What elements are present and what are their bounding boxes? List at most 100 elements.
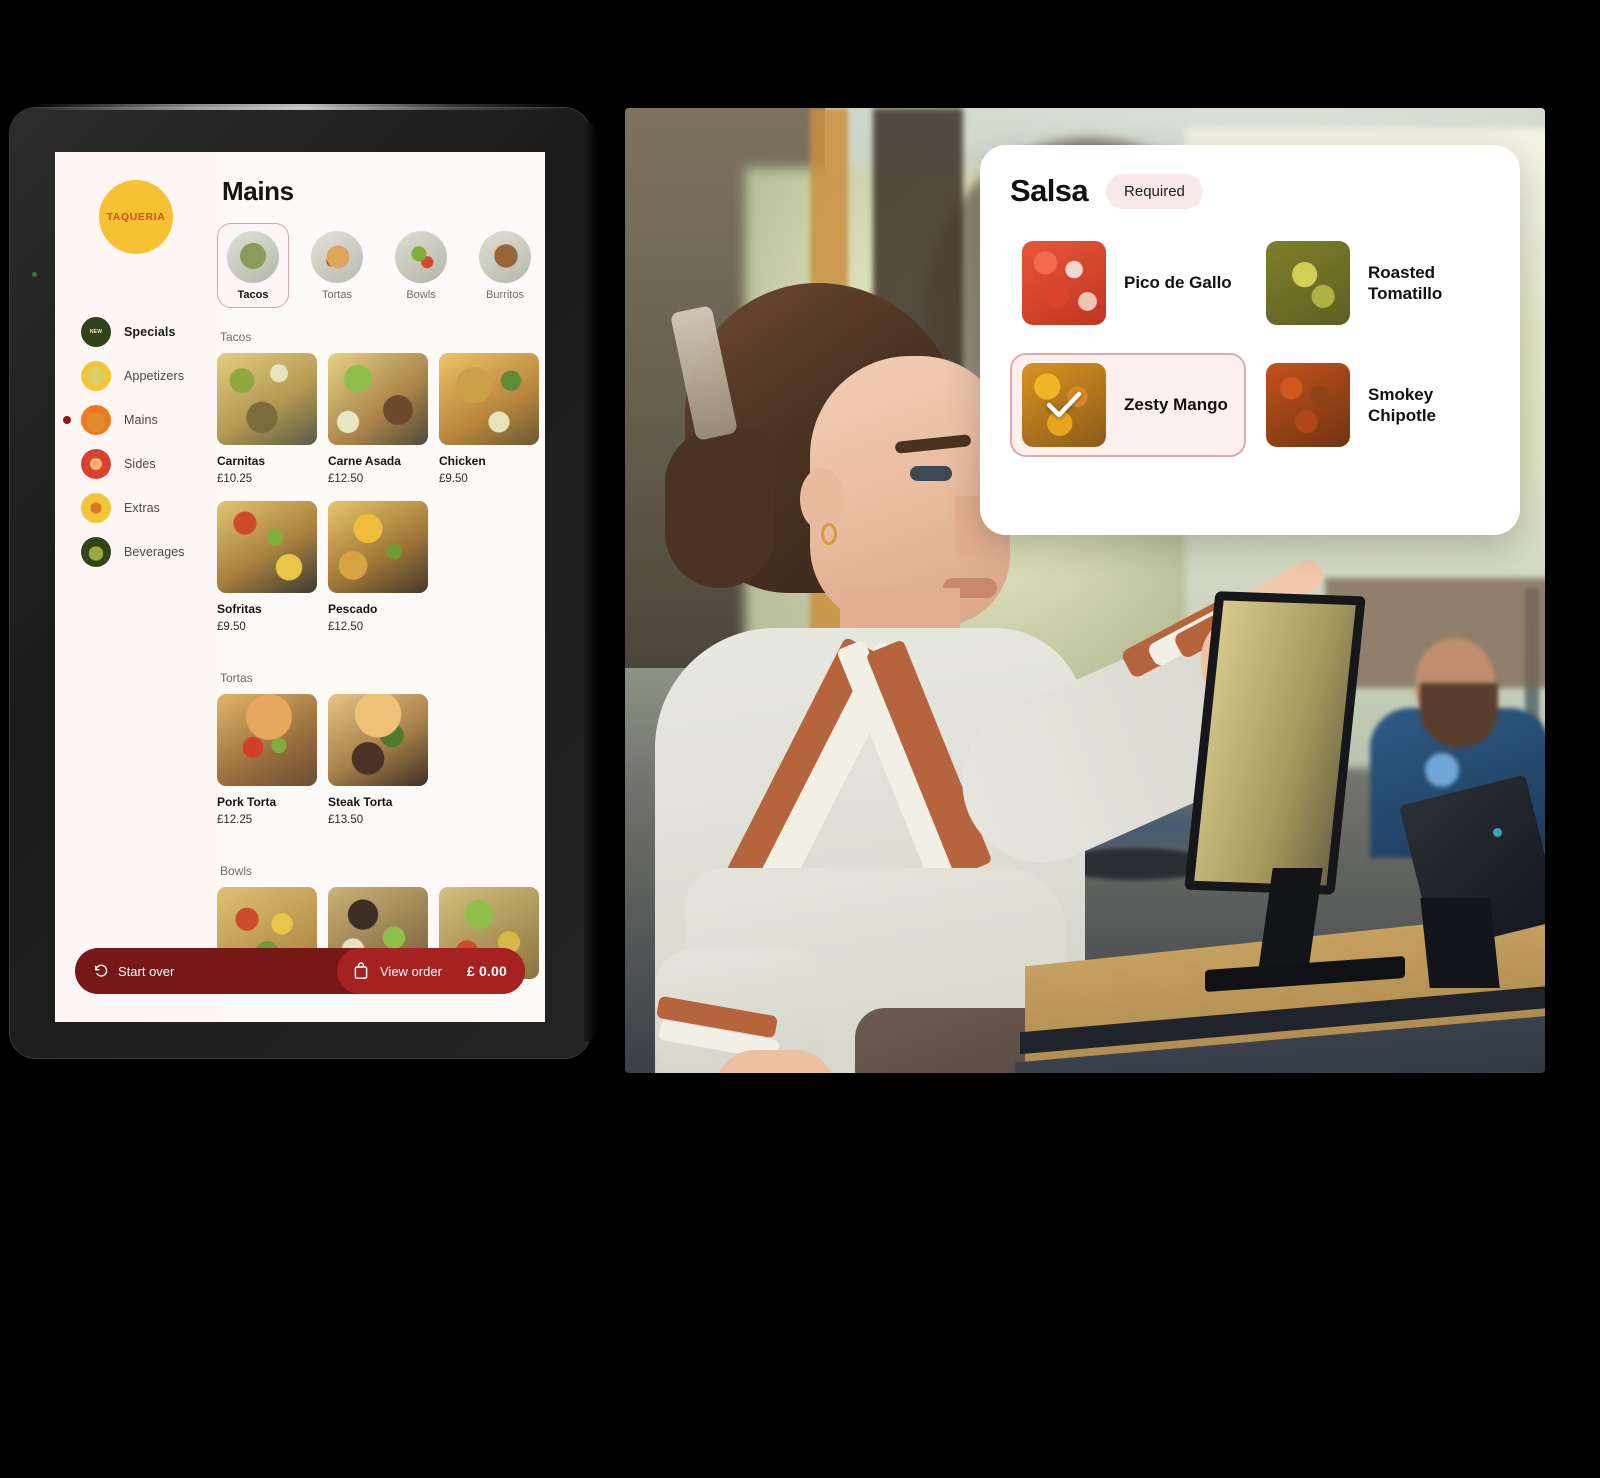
corn-icon	[81, 449, 111, 479]
taco-icon	[81, 405, 111, 435]
section-heading-tacos: Tacos	[220, 330, 252, 344]
sidebar-item-label: Sides	[124, 457, 156, 471]
start-over-button[interactable]: Start over	[75, 963, 174, 979]
pos-terminal-screen	[1184, 591, 1366, 895]
roasted-tomatillo-image	[1266, 241, 1350, 325]
smokey-chipotle-image	[1266, 363, 1350, 447]
tacos-thumbnail-icon	[227, 231, 279, 283]
sidebar-item-label: Mains	[124, 413, 158, 427]
card-reader-indicator	[1493, 828, 1502, 837]
sidebar-nav: NEW Specials Appetizers Mains Sides Extr…	[55, 310, 217, 574]
view-order-label: View order	[380, 963, 442, 979]
food-image	[328, 694, 428, 786]
item-price: £12.50	[328, 621, 364, 633]
item-price: £9.50	[439, 473, 468, 485]
option-label: Roasted Tomatillo	[1368, 262, 1443, 303]
sidebar-item-beverages[interactable]: Beverages	[67, 530, 217, 574]
taqueria-logo: TAQUERIA	[99, 180, 173, 254]
item-price: £13.50	[328, 814, 364, 826]
customer-eye	[910, 466, 952, 481]
sidebar-item-sides[interactable]: Sides	[67, 442, 217, 486]
section-heading-tortas: Tortas	[220, 671, 253, 685]
salsa-options-grid: Pico de Gallo Roasted Tomatillo Zesty Ma…	[1010, 231, 1490, 457]
food-image	[217, 694, 317, 786]
sidebar-item-specials[interactable]: NEW Specials	[67, 310, 217, 354]
bowls-thumbnail-icon	[395, 231, 447, 283]
item-price: £9.50	[217, 621, 246, 633]
item-name: Sofritas	[217, 602, 262, 616]
required-badge: Required	[1106, 173, 1203, 209]
item-name: Steak Torta	[328, 795, 393, 809]
tab-burritos[interactable]: Burritos	[469, 223, 541, 308]
sidebar: TAQUERIA NEW Specials Appetizers Mains S…	[55, 152, 217, 1022]
bottle-icon	[81, 537, 111, 567]
salsa-option-pico-de-gallo[interactable]: Pico de Gallo	[1010, 231, 1246, 335]
active-dot	[63, 416, 71, 424]
chili-icon	[81, 493, 111, 523]
tablet-device: TAQUERIA NEW Specials Appetizers Mains S…	[10, 104, 598, 1058]
selected-check-wrap	[1022, 363, 1106, 447]
card-reader-stand	[1420, 898, 1500, 988]
option-label: Zesty Mango	[1124, 395, 1228, 415]
sidebar-item-label: Specials	[124, 325, 176, 339]
burritos-thumbnail-icon	[479, 231, 531, 283]
option-label: Pico de Gallo	[1124, 273, 1232, 293]
item-name: Pescado	[328, 602, 378, 616]
menu-item-card[interactable]: Pescado £12.50	[328, 501, 428, 633]
sidebar-item-label: Beverages	[124, 545, 185, 559]
section-heading-bowls: Bowls	[220, 864, 253, 878]
panel-header: Salsa Required	[1010, 173, 1490, 209]
category-tab-strip: Tacos Tortas Bowls Burritos	[217, 223, 545, 308]
avocado-icon	[81, 361, 111, 391]
order-total: £ 0.00	[466, 963, 507, 979]
item-name: Carnitas	[217, 454, 266, 468]
tab-label: Bowls	[406, 289, 436, 301]
menu-grid-tacos: Carnitas £10.25 Carne Asada £12.50 Chick…	[217, 353, 545, 649]
undo-arrow-icon	[95, 964, 108, 977]
tablet-side-shadow	[584, 122, 598, 1042]
salsa-option-roasted-tomatillo[interactable]: Roasted Tomatillo	[1254, 231, 1490, 335]
sidebar-item-label: Appetizers	[124, 369, 185, 383]
customer-ear	[800, 468, 844, 530]
menu-item-card[interactable]: Chicken £9.50	[439, 353, 539, 485]
kiosk-screen: TAQUERIA NEW Specials Appetizers Mains S…	[55, 152, 545, 1022]
menu-item-card[interactable]: Sofritas £9.50	[217, 501, 317, 633]
menu-main: Mains Tacos Tortas Bowls Burritos Tacos …	[217, 152, 545, 1022]
tab-label: Burritos	[486, 289, 524, 301]
item-price: £10.25	[217, 473, 253, 485]
tab-tacos[interactable]: Tacos	[217, 223, 289, 308]
sidebar-item-appetizers[interactable]: Appetizers	[67, 354, 217, 398]
tab-bowls[interactable]: Bowls	[385, 223, 457, 308]
tab-tortas[interactable]: Tortas	[301, 223, 373, 308]
salsa-option-smokey-chipotle[interactable]: Smokey Chipotle	[1254, 353, 1490, 457]
menu-item-card[interactable]: Pork Torta £12.25	[217, 694, 317, 826]
power-led-indicator	[32, 272, 37, 277]
food-image	[217, 501, 317, 593]
sidebar-item-extras[interactable]: Extras	[67, 486, 217, 530]
panel-title: Salsa	[1010, 173, 1089, 208]
seated-man-logo	[1425, 753, 1459, 787]
option-label: Smokey Chipotle	[1368, 384, 1436, 425]
check-icon	[1046, 391, 1082, 418]
view-order-button[interactable]: View order £ 0.00	[337, 948, 525, 994]
customer-earring	[821, 523, 837, 545]
screenshot-root: TAQUERIA NEW Specials Appetizers Mains S…	[0, 0, 1600, 1478]
food-image	[328, 353, 428, 445]
customer-hair-bun	[665, 428, 775, 588]
menu-item-card[interactable]: Carnitas £10.25	[217, 353, 317, 485]
new-badge-icon: NEW	[81, 317, 111, 347]
food-image	[439, 353, 539, 445]
menu-item-card[interactable]: Steak Torta £13.50	[328, 694, 428, 826]
start-over-label: Start over	[118, 963, 175, 979]
bottom-action-bar: Start over View order £ 0.00	[75, 948, 525, 994]
item-name: Pork Torta	[217, 795, 277, 809]
salsa-option-zesty-mango[interactable]: Zesty Mango	[1010, 353, 1246, 457]
page-title: Mains	[222, 176, 294, 206]
pico-de-gallo-image	[1022, 241, 1106, 325]
logo-text: TAQUERIA	[106, 211, 166, 223]
item-price: £12.25	[217, 814, 253, 826]
shopping-bag-icon	[354, 962, 368, 979]
menu-item-card[interactable]: Carne Asada £12.50	[328, 353, 428, 485]
food-image	[217, 353, 317, 445]
sidebar-item-mains[interactable]: Mains	[63, 398, 217, 442]
